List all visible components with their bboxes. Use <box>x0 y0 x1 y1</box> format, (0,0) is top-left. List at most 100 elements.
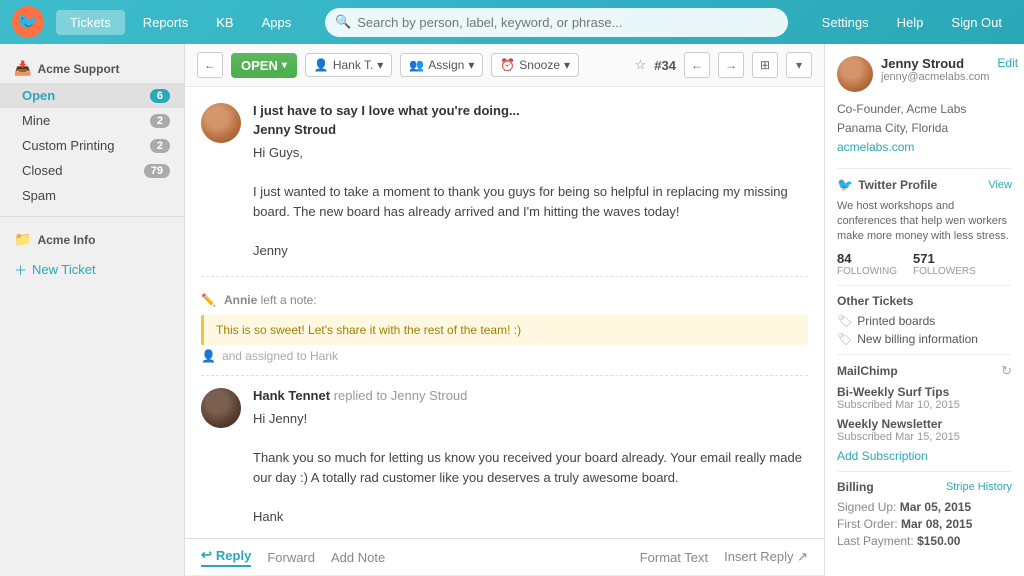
reply-right-actions: Format Text Insert Reply ↗ <box>640 549 808 565</box>
refresh-icon[interactable]: ↻ <box>1001 363 1012 379</box>
open-status-button[interactable]: OPEN ▾ <box>231 53 297 78</box>
hank-sender-name: Hank Tennet <box>253 388 330 403</box>
snooze-caret-icon: ▾ <box>564 58 570 72</box>
hank-message-content: Hank Tennet replied to Jenny Stroud Hi J… <box>253 388 808 526</box>
mailchimp-sub-2: Weekly Newsletter Subscribed Mar 15, 201… <box>837 417 1012 443</box>
assign-note: 👤 and assigned to Hank <box>201 349 808 363</box>
assignee-button[interactable]: 👤 Hank T. ▾ <box>305 53 392 77</box>
ticket-item-2[interactable]: 🏷 New billing information <box>837 332 1012 346</box>
nav-kb[interactable]: KB <box>206 10 243 35</box>
jenny-avatar <box>201 103 241 143</box>
sidebar-acme-support: 📥 Acme Support <box>0 54 184 83</box>
sidebar-item-spam[interactable]: Spam <box>0 183 184 208</box>
sep-2 <box>201 375 808 376</box>
jenny-sender-name: I just have to say I love what you're do… <box>253 103 520 118</box>
hank-message-header: Hank Tennet replied to Jenny Stroud <box>253 388 808 403</box>
reply-tab[interactable]: ↩ Reply <box>201 547 251 567</box>
ticket-toolbar: ← OPEN ▾ 👤 Hank T. ▾ 👥 Assign ▾ ⏰ Snooze… <box>185 44 824 87</box>
nav-apps[interactable]: Apps <box>252 10 302 35</box>
grid-view-button[interactable]: ⊞ <box>752 52 778 78</box>
right-panel: Jenny Stroud jenny@acmelabs.com Edit Co-… <box>824 44 1024 576</box>
person-icon: 👤 <box>314 58 329 72</box>
star-icon[interactable]: ☆ <box>635 57 647 73</box>
twitter-following: 84 FOLLOWING <box>837 251 897 277</box>
contact-title: Co-Founder, Acme Labs <box>837 100 1012 119</box>
open-badge: 6 <box>150 89 170 103</box>
contact-location: Panama City, Florida <box>837 119 1012 138</box>
nav-right: Settings Help Sign Out <box>812 10 1012 35</box>
edit-contact-link[interactable]: Edit <box>997 56 1018 70</box>
add-note-tab[interactable]: Add Note <box>331 550 385 565</box>
app-logo <box>12 6 44 38</box>
format-text-button[interactable]: Format Text <box>640 550 708 565</box>
contact-header: Jenny Stroud jenny@acmelabs.com Edit <box>837 56 1012 92</box>
main-layout: 📥 Acme Support Open 6 Mine 2 Custom Prin… <box>0 44 1024 576</box>
plus-icon: ＋ <box>14 260 27 279</box>
top-nav: Tickets Reports KB Apps 🔍 Settings Help … <box>0 0 1024 44</box>
main-content: ← OPEN ▾ 👤 Hank T. ▾ 👥 Assign ▾ ⏰ Snooze… <box>185 44 824 576</box>
next-ticket-button[interactable]: → <box>718 52 744 78</box>
reply-arrow-icon: ↩ <box>201 547 212 563</box>
sidebar-new-ticket[interactable]: ＋ New Ticket <box>0 254 184 285</box>
reply-tabs: ↩ Reply Forward Add Note Format Text Ins… <box>185 539 824 576</box>
assign-icon: 👤 <box>201 349 216 363</box>
jenny-name-line: Jenny Stroud <box>253 122 808 137</box>
billing-last-payment: Last Payment: $150.00 <box>837 534 1012 548</box>
twitter-view-link[interactable]: View <box>988 179 1012 191</box>
forward-tab[interactable]: Forward <box>267 550 315 565</box>
twitter-section-title: Twitter Profile <box>858 178 937 192</box>
toolbar-right: ☆ #34 ← → ⊞ ▾ <box>635 52 812 78</box>
search-bar: 🔍 <box>325 8 787 37</box>
sidebar-item-mine[interactable]: Mine 2 <box>0 108 184 133</box>
annie-note-row: ✏️ Annie left a note: <box>201 289 808 311</box>
contact-website[interactable]: acmelabs.com <box>837 140 914 154</box>
group-icon: 👥 <box>409 58 424 72</box>
mailchimp-sub-1: Bi-Weekly Surf Tips Subscribed Mar 10, 2… <box>837 385 1012 411</box>
insert-reply-button[interactable]: Insert Reply ↗ <box>724 549 808 565</box>
nav-sign-out[interactable]: Sign Out <box>941 10 1012 35</box>
message-jenny: I just have to say I love what you're do… <box>201 103 808 260</box>
search-input[interactable] <box>325 8 787 37</box>
other-tickets-title: Other Tickets <box>837 294 1012 308</box>
folder-icon: 📁 <box>14 231 31 248</box>
contact-details: Co-Founder, Acme Labs Panama City, Flori… <box>837 100 1012 158</box>
mailchimp-title: MailChimp <box>837 364 898 378</box>
sidebar-item-custom-printing[interactable]: Custom Printing 2 <box>0 133 184 158</box>
hank-avatar <box>201 388 241 428</box>
external-icon: ↗ <box>797 549 808 564</box>
closed-badge: 79 <box>144 164 170 178</box>
jenny-message-header: I just have to say I love what you're do… <box>253 103 808 118</box>
sep-1 <box>201 276 808 277</box>
nav-reports[interactable]: Reports <box>133 10 199 35</box>
twitter-section-header: 🐦 Twitter Profile View <box>837 177 1012 193</box>
divider-1 <box>837 168 1012 169</box>
billing-header: Billing Stripe History <box>837 480 1012 494</box>
twitter-followers: 571 FOLLOWERS <box>913 251 976 277</box>
sidebar-item-open[interactable]: Open 6 <box>0 83 184 108</box>
contact-info: Jenny Stroud jenny@acmelabs.com <box>881 56 989 83</box>
stripe-history-link[interactable]: Stripe History <box>946 481 1012 493</box>
nav-help[interactable]: Help <box>887 10 934 35</box>
more-options-button[interactable]: ▾ <box>786 52 812 78</box>
open-caret-icon: ▾ <box>282 60 287 71</box>
tag-icon-2: 🏷 <box>837 332 852 346</box>
twitter-icon: 🐦 <box>837 177 853 193</box>
assign-text: and assigned to Hank <box>222 349 338 363</box>
assign-caret-icon: ▾ <box>468 58 474 72</box>
hank-avatar-img <box>201 388 241 428</box>
divider-3 <box>837 354 1012 355</box>
nav-settings[interactable]: Settings <box>812 10 879 35</box>
back-button[interactable]: ← <box>197 52 223 78</box>
other-tickets-list: 🏷 Printed boards 🏷 New billing informati… <box>837 314 1012 346</box>
prev-ticket-button[interactable]: ← <box>684 52 710 78</box>
sidebar-item-closed[interactable]: Closed 79 <box>0 158 184 183</box>
assign-button[interactable]: 👥 Assign ▾ <box>400 53 483 77</box>
add-subscription-link[interactable]: Add Subscription <box>837 449 1012 463</box>
snooze-button[interactable]: ⏰ Snooze ▾ <box>491 53 579 77</box>
jenny-body: Hi Guys, I just wanted to take a moment … <box>253 143 808 260</box>
ticket-number: #34 <box>654 58 676 73</box>
ticket-item-1[interactable]: 🏷 Printed boards <box>837 314 1012 328</box>
mailchimp-header: MailChimp ↻ <box>837 363 1012 379</box>
conversation: I just have to say I love what you're do… <box>185 87 824 538</box>
nav-tickets[interactable]: Tickets <box>56 10 125 35</box>
